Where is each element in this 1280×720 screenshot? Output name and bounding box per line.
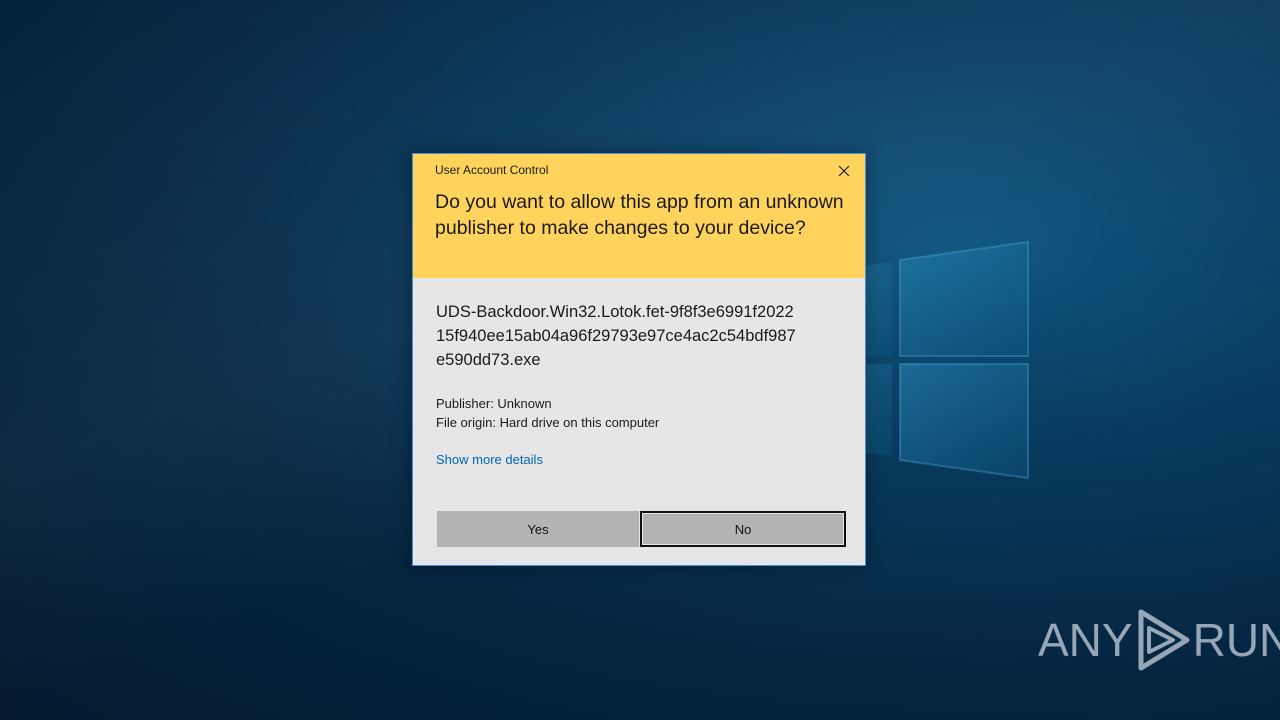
watermark-any-text: ANY <box>1038 614 1133 666</box>
no-button[interactable]: No <box>640 511 846 547</box>
publisher-label: Publisher: Unknown <box>436 396 552 411</box>
dialog-buttons: Yes No <box>437 511 846 547</box>
windows-logo-icon <box>860 240 1030 480</box>
dialog-title: User Account Control <box>435 163 549 177</box>
yes-button[interactable]: Yes <box>437 511 639 547</box>
anyrun-watermark: ANY RUN <box>1038 608 1280 672</box>
uac-header: User Account Control Do you want to allo… <box>413 154 865 278</box>
app-name: UDS-Backdoor.Win32.Lotok.fet-9f8f3e6991f… <box>436 303 796 369</box>
watermark-run-text: RUN <box>1192 614 1280 666</box>
file-origin-label: File origin: Hard drive on this computer <box>436 415 660 430</box>
show-more-details-link[interactable]: Show more details <box>436 452 543 467</box>
close-button[interactable] <box>833 160 855 182</box>
publisher-info: Publisher: Unknown File origin: Hard dri… <box>436 394 843 432</box>
uac-dialog: User Account Control Do you want to allo… <box>412 153 866 566</box>
uac-body: UDS-Backdoor.Win32.Lotok.fet-9f8f3e6991f… <box>413 278 865 469</box>
uac-question: Do you want to allow this app from an un… <box>435 191 844 239</box>
play-logo-icon <box>1135 608 1191 672</box>
close-icon <box>838 165 850 177</box>
